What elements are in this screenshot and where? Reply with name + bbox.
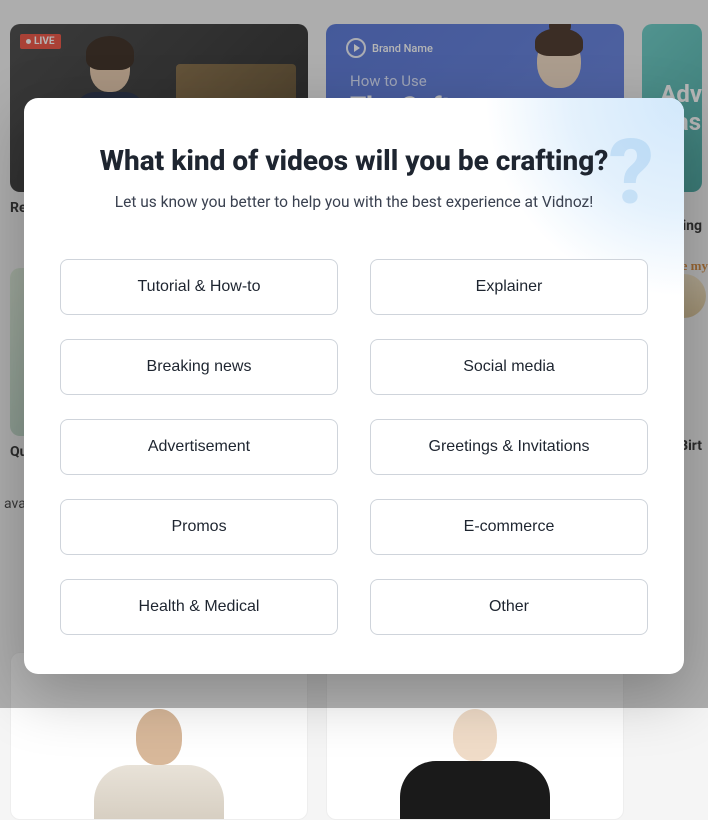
option-advertisement[interactable]: Advertisement xyxy=(60,419,338,475)
option-social-media[interactable]: Social media xyxy=(370,339,648,395)
option-breaking-news[interactable]: Breaking news xyxy=(60,339,338,395)
option-explainer[interactable]: Explainer xyxy=(370,259,648,315)
option-tutorial-howto[interactable]: Tutorial & How-to xyxy=(60,259,338,315)
modal-subtitle: Let us know you better to help you with … xyxy=(60,193,648,211)
modal-title: What kind of videos will you be crafting… xyxy=(60,144,648,177)
onboarding-modal: ? What kind of videos will you be crafti… xyxy=(24,98,684,674)
option-greetings-invitations[interactable]: Greetings & Invitations xyxy=(370,419,648,475)
option-health-medical[interactable]: Health & Medical xyxy=(60,579,338,635)
option-other[interactable]: Other xyxy=(370,579,648,635)
options-grid: Tutorial & How-to Explainer Breaking new… xyxy=(60,259,648,635)
option-ecommerce[interactable]: E-commerce xyxy=(370,499,648,555)
option-promos[interactable]: Promos xyxy=(60,499,338,555)
